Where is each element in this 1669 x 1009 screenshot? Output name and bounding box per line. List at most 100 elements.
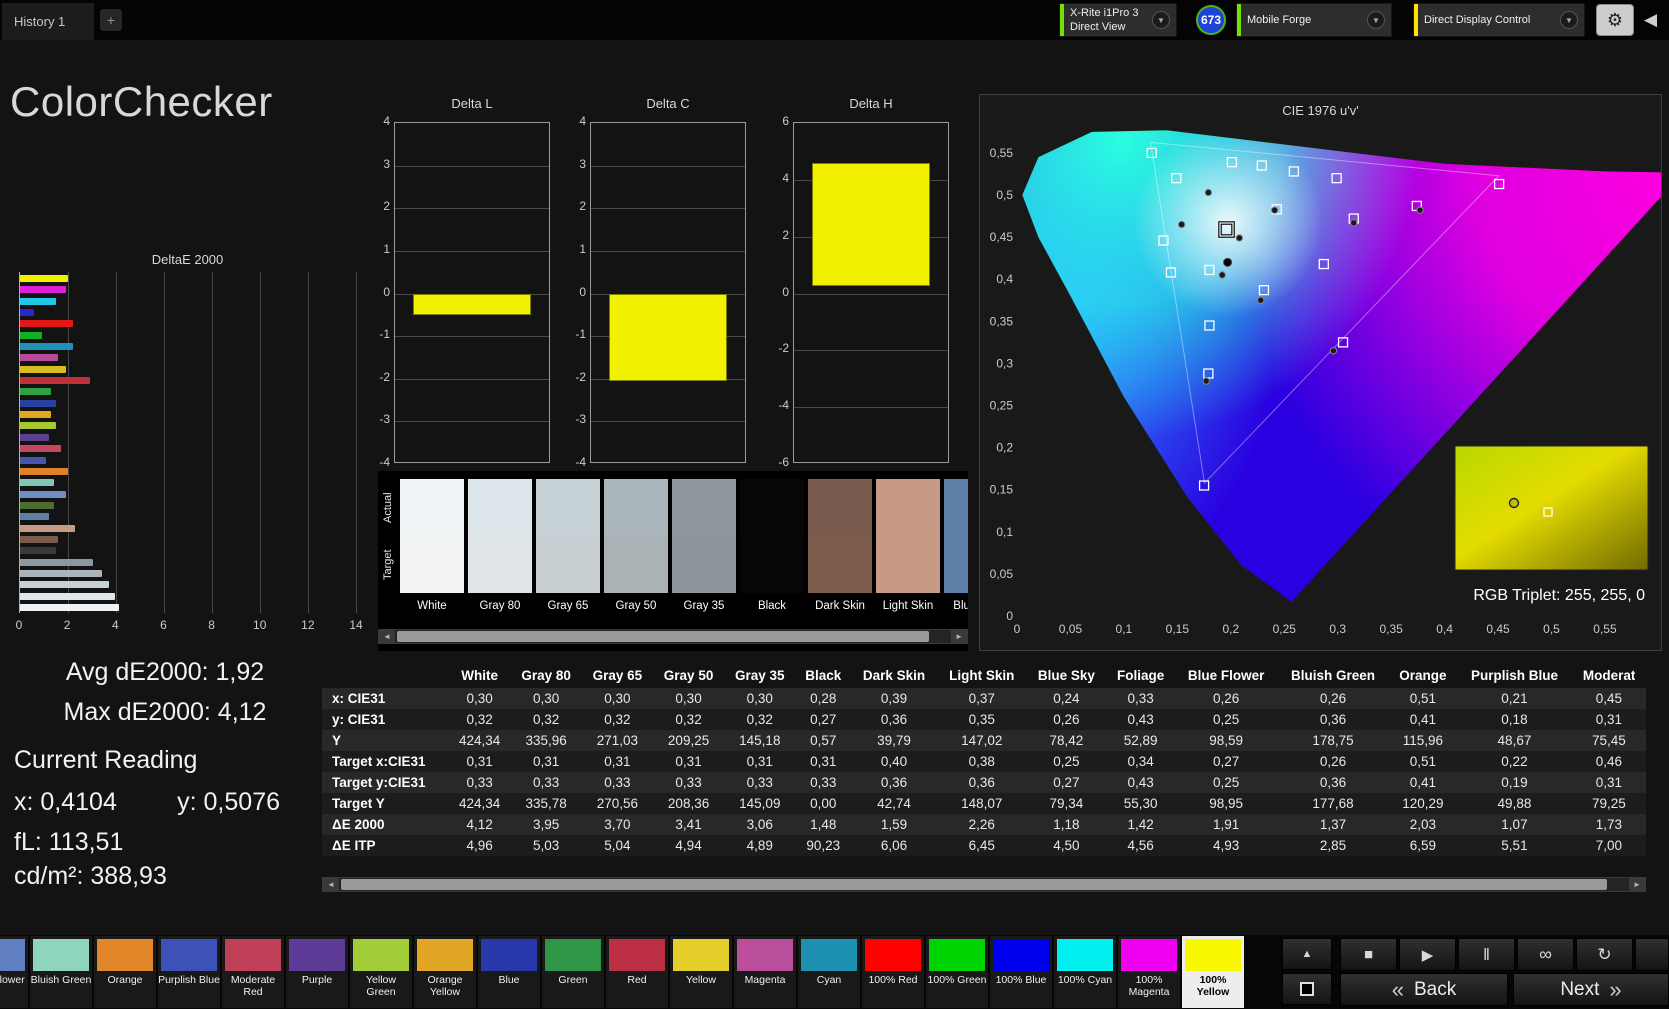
table-cell: 0,40 [880, 754, 908, 769]
patch-button-label: Red [627, 974, 647, 986]
next-button[interactable]: Next » [1513, 973, 1669, 1006]
scrollbar-thumb[interactable] [341, 879, 1607, 890]
source-selector[interactable]: Mobile Forge ▼ [1236, 3, 1392, 37]
swatch-scrollbar[interactable]: ◄ ► [378, 629, 968, 644]
patch-color-swatch [33, 939, 89, 971]
x-tick-label: 12 [301, 618, 315, 632]
scroll-right-icon[interactable]: ► [951, 630, 967, 643]
patch-button[interactable]: Bluish Green [30, 936, 92, 1008]
patch-button[interactable]: Blue [478, 936, 540, 1008]
next-label: Next [1560, 978, 1600, 1000]
chevron-down-icon[interactable]: ▼ [1560, 11, 1578, 29]
play-button[interactable]: ▶ [1399, 938, 1456, 971]
table-cell: 145,09 [739, 796, 781, 811]
patch-button[interactable]: Orange Yellow [414, 936, 476, 1008]
back-button[interactable]: « Back [1340, 973, 1508, 1006]
display-control-name: Direct Display Control [1424, 13, 1531, 26]
tab-history-1[interactable]: History 1 [2, 3, 94, 40]
patch-button[interactable]: Blue Flower [0, 936, 28, 1008]
table-cell: 1,59 [880, 817, 908, 832]
measurement-count-badge[interactable]: 673 [1196, 5, 1226, 35]
delta-c-chart: Delta C 4 3 2 1 0 -1 -2 -3 -4 [556, 96, 752, 469]
patch-button-label: Green [558, 974, 588, 986]
patch-button[interactable]: Purple [286, 936, 348, 1008]
patch-button[interactable]: 100% Magenta [1118, 936, 1180, 1008]
patch-button[interactable]: 100% Red [862, 936, 924, 1008]
table-cell: 55,30 [1123, 796, 1158, 811]
chart-title: Delta C [646, 96, 690, 111]
new-tab-button[interactable]: + [100, 9, 122, 31]
patch-button[interactable]: Purplish Blue [158, 936, 220, 1008]
measurement-table: White Gray 80 Gray 65 Gray 50 Gray 35 Black Da… [322, 665, 1646, 856]
gridline [591, 165, 745, 167]
chevron-down-icon[interactable]: ▼ [1367, 11, 1385, 29]
scroll-right-icon[interactable]: ► [1629, 878, 1645, 891]
table-row: x: CIE31 0,30 0,30 0,30 0,30 0,30 0,28 0,39 0,37… [322, 688, 1646, 709]
target-swatch [536, 536, 600, 593]
patch-button[interactable]: 100% Green [926, 936, 988, 1008]
deltae-bar [20, 309, 35, 317]
settings-button[interactable]: ⚙ [1596, 4, 1634, 36]
top-bar: History 1 + X-Rite i1Pro 3 Direct View ▼… [0, 0, 1669, 40]
meter-selector[interactable]: X-Rite i1Pro 3 Direct View ▼ [1059, 3, 1177, 37]
patch-color-swatch [289, 939, 345, 971]
table-cell: 3,70 [604, 817, 631, 832]
toolbar-up-button[interactable]: ▲ [1282, 938, 1332, 970]
patch-button-label: 100% Green [927, 974, 987, 986]
patch-button[interactable]: Red [606, 936, 668, 1008]
patch-label: Black [757, 600, 787, 612]
stop-button[interactable]: ■ [1340, 938, 1397, 971]
patch-button-label: 100% Yellow [1196, 974, 1230, 999]
pattern-window-button[interactable] [1282, 973, 1332, 1005]
svg-text:0: 0 [1006, 609, 1013, 623]
table-scrollbar[interactable]: ◄ ► [322, 877, 1646, 892]
display-control-selector[interactable]: Direct Display Control ▼ [1413, 3, 1585, 37]
pause-button[interactable]: ‖ [1458, 938, 1515, 971]
patch-button[interactable]: Moderate Red [222, 936, 284, 1008]
x-tick-label: 6 [160, 618, 167, 632]
patch-button[interactable]: 100% Cyan [1054, 936, 1116, 1008]
chevron-right-icon: » [1609, 976, 1622, 1002]
scroll-left-icon[interactable]: ◄ [323, 878, 339, 891]
transport-extra-button[interactable] [1635, 938, 1669, 971]
table-cell: 1,18 [1053, 817, 1080, 832]
patch-button[interactable]: Green [542, 936, 604, 1008]
patch-button[interactable]: Cyan [798, 936, 860, 1008]
target-swatch [740, 536, 804, 593]
scroll-left-icon[interactable]: ◄ [379, 630, 395, 643]
column-header: Dark Skin [862, 668, 926, 683]
table-cell: 3,41 [675, 817, 702, 832]
target-swatch [808, 536, 872, 593]
svg-text:0,15: 0,15 [990, 483, 1014, 497]
table-cell: 5,51 [1501, 838, 1528, 853]
patch-button-label: Bluish Green [30, 974, 92, 986]
patch-button[interactable]: Orange [94, 936, 156, 1008]
chevron-down-icon[interactable]: ▼ [1152, 11, 1170, 29]
actual-swatch [604, 479, 668, 536]
patch-column: Gray 65 [536, 479, 600, 612]
table-cell: 0,33 [466, 775, 493, 790]
deltae-bar [20, 603, 119, 611]
gridline [116, 272, 117, 613]
patch-button[interactable]: Yellow [670, 936, 732, 1008]
table-cell: 0,36 [880, 712, 908, 727]
table-cell: 0,34 [1127, 754, 1154, 769]
table-cell: 0,32 [466, 712, 493, 727]
patch-button[interactable]: Yellow Green [350, 936, 412, 1008]
svg-text:0,35: 0,35 [990, 314, 1014, 328]
table-cell: 0,35 [968, 712, 995, 727]
collapse-panel-icon[interactable]: ◀ [1644, 10, 1657, 30]
deltae-bar [20, 354, 59, 362]
patch-button[interactable]: Magenta [734, 936, 796, 1008]
scrollbar-thumb[interactable] [397, 631, 929, 642]
patch-button[interactable]: 100% Yellow [1182, 936, 1244, 1008]
patch-button[interactable]: 100% Blue [990, 936, 1052, 1008]
deltae-bar [20, 365, 66, 373]
table-cell: 52,89 [1123, 733, 1158, 748]
continuous-measure-button[interactable]: ∞ [1517, 938, 1574, 971]
row-label: ΔE 2000 [332, 817, 385, 832]
chart-title: Delta L [451, 96, 493, 111]
gridline [164, 272, 165, 613]
table-cell: 48,67 [1497, 733, 1532, 748]
loop-button[interactable]: ↻ [1576, 938, 1633, 971]
